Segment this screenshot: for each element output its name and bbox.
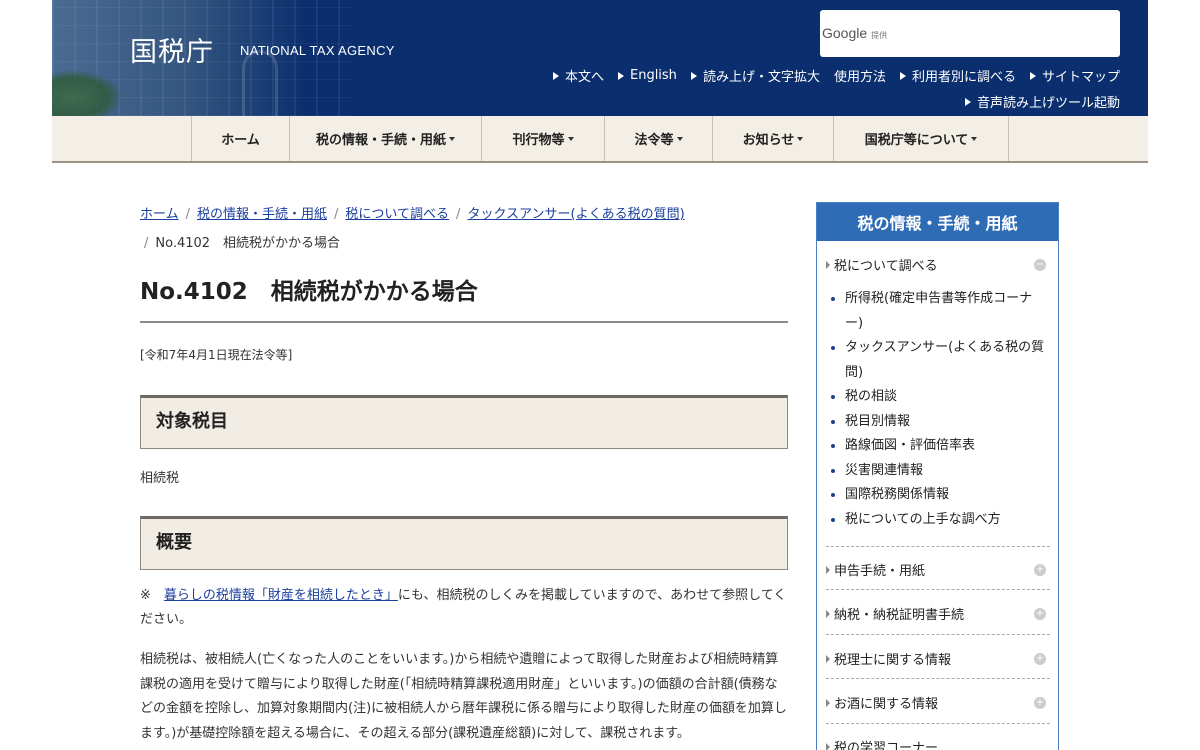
dropdown-arrow-icon	[449, 136, 455, 141]
plus-icon[interactable]: +	[1034, 607, 1046, 620]
sidebar-cat-payment[interactable]: 納税・納税証明書手続 +	[826, 604, 1050, 623]
link-read-aloud-text-size[interactable]: 読み上げ・文字拡大	[690, 66, 820, 85]
sidebar-divider	[826, 589, 1050, 590]
breadcrumb-tax-info[interactable]: 税の情報・手続・用紙	[197, 207, 327, 222]
sidebar-item-by-tax[interactable]: 税目別情報	[827, 410, 1049, 435]
utility-links: 本文へ English 読み上げ・文字拡大 使用方法 利用者別に調べる サイトマ…	[552, 66, 1120, 85]
triangle-icon	[826, 698, 830, 707]
link-sitemap[interactable]: サイトマップ	[1029, 66, 1120, 85]
dropdown-arrow-icon	[971, 136, 978, 141]
link-inheritance-info[interactable]: 暮らしの税情報「財産を相続したとき」	[164, 588, 398, 603]
search-input[interactable]: Google 提供	[820, 10, 1120, 57]
nav-publications[interactable]: 刊行物等	[482, 116, 605, 161]
sidebar-item-how-to-search[interactable]: 税についての上手な調べ方	[827, 508, 1049, 533]
dropdown-arrow-icon	[797, 136, 804, 141]
global-nav: ホーム 税の情報・手続・用紙 刊行物等 法令等 お知らせ 国税庁等について	[52, 116, 1148, 163]
nav-laws[interactable]: 法令等	[605, 116, 713, 161]
triangle-icon	[617, 71, 624, 80]
triangle-icon	[899, 71, 906, 80]
link-english[interactable]: English	[617, 66, 677, 85]
breadcrumb: ホーム / 税の情報・手続・用紙 / 税について調べる / タックスアンサー(よくある税の質…	[140, 207, 685, 251]
section-heading-target-tax: 対象税目	[140, 395, 788, 449]
sidebar-cat-learning[interactable]: 税の学習コーナー	[826, 737, 1050, 750]
breadcrumb-home[interactable]: ホーム	[140, 207, 179, 222]
triangle-icon	[690, 71, 697, 80]
nav-home[interactable]: ホーム	[192, 116, 290, 161]
sidebar: 税の情報・手続・用紙 税について調べる − 所得税(確定申告書等作成コーナー) タ…	[816, 202, 1059, 750]
toggle-icon[interactable]: −	[1034, 258, 1046, 271]
page-title: No.4102 相続税がかかる場合	[140, 279, 478, 305]
sidebar-item-disaster[interactable]: 災害関連情報	[827, 459, 1049, 484]
link-usage[interactable]: 使用方法	[834, 66, 886, 85]
sidebar-cat-filing[interactable]: 申告手続・用紙 +	[826, 560, 1050, 579]
sidebar-item-tax-consult[interactable]: 税の相談	[827, 385, 1049, 410]
site-logo-english: NATIONAL TAX AGENCY	[240, 43, 395, 58]
breadcrumb-current: No.4102 相続税がかかる場合	[155, 236, 341, 251]
reference-note: ※ 暮らしの税情報「財産を相続したとき」にも、相続税のしくみを掲載していますので…	[140, 588, 787, 627]
site-logo[interactable]: 国税庁	[130, 30, 214, 69]
sidebar-heading: 税の情報・手続・用紙	[817, 203, 1058, 241]
sidebar-sublist: 所得税(確定申告書等作成コーナー) タックスアンサー(よくある税の質問) 税の相…	[827, 287, 1049, 532]
plus-icon[interactable]: +	[1034, 563, 1046, 576]
sidebar-item-tax-answer[interactable]: タックスアンサー(よくある税の質問)	[827, 336, 1049, 385]
triangle-icon	[552, 71, 559, 80]
breadcrumb-search-tax[interactable]: 税について調べる	[345, 207, 449, 222]
triangle-icon	[826, 565, 830, 574]
link-voice-tool[interactable]: 音声読み上げツール起動	[964, 92, 1120, 111]
sidebar-divider	[826, 678, 1050, 679]
link-skip-to-content[interactable]: 本文へ	[552, 66, 604, 85]
sidebar-divider	[826, 546, 1050, 547]
plus-icon[interactable]: +	[1034, 652, 1046, 665]
section-heading-overview: 概要	[140, 516, 788, 570]
google-brand-label: Google 提供	[822, 25, 888, 41]
sidebar-item-income-tax[interactable]: 所得税(確定申告書等作成コーナー)	[827, 287, 1049, 336]
link-by-user[interactable]: 利用者別に調べる	[899, 66, 1016, 85]
triangle-icon	[1029, 71, 1036, 80]
sidebar-cat-tax-accountant[interactable]: 税理士に関する情報 +	[826, 649, 1050, 668]
dropdown-arrow-icon	[676, 136, 683, 141]
sidebar-cat-search-tax[interactable]: 税について調べる −	[826, 255, 1050, 274]
triangle-icon	[826, 654, 830, 663]
sidebar-divider	[826, 723, 1050, 724]
triangle-icon	[964, 97, 971, 106]
title-divider	[140, 321, 788, 323]
section-text-target-tax: 相続税	[140, 471, 180, 486]
dropdown-arrow-icon	[567, 136, 574, 141]
sidebar-divider	[826, 634, 1050, 635]
site-header: 国税庁 NATIONAL TAX AGENCY Google 提供 本文へ Eng…	[52, 0, 1148, 116]
nav-news[interactable]: お知らせ	[713, 116, 834, 161]
law-date: [令和7年4月1日現在法令等]	[140, 348, 293, 362]
sidebar-cat-liquor[interactable]: お酒に関する情報 +	[826, 693, 1050, 712]
sidebar-item-route-price[interactable]: 路線価図・評価倍率表	[827, 434, 1049, 459]
overview-paragraph: 相続税は、被相続人(亡くなった人のことをいいます。)から相続や遺贈によって取得し…	[140, 652, 787, 741]
breadcrumb-tax-answer[interactable]: タックスアンサー(よくある税の質問)	[467, 207, 684, 222]
triangle-icon	[826, 260, 830, 269]
plus-icon[interactable]: +	[1034, 696, 1046, 709]
nav-about[interactable]: 国税庁等について	[834, 116, 1009, 161]
triangle-icon	[826, 742, 830, 750]
nav-tax-info[interactable]: 税の情報・手続・用紙	[290, 116, 482, 161]
triangle-icon	[826, 609, 830, 618]
sidebar-item-international[interactable]: 国際税務関係情報	[827, 483, 1049, 508]
